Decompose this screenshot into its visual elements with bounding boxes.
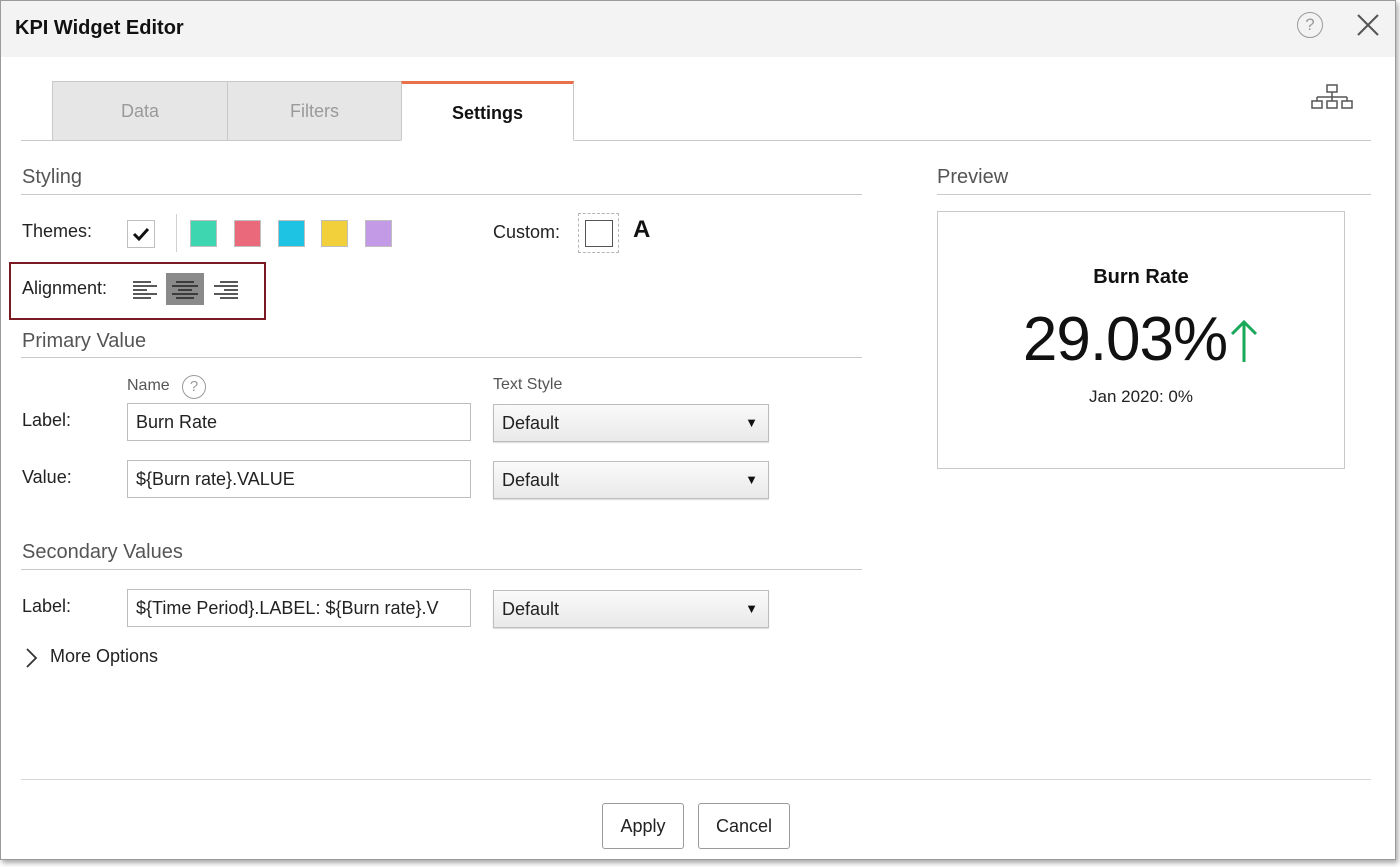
cancel-button[interactable]: Cancel: [698, 803, 790, 849]
primary-value-style-select[interactable]: Default ▼: [493, 461, 769, 499]
theme-swatch-cyan[interactable]: [278, 220, 305, 247]
primary-label-row-label: Label:: [22, 410, 72, 430]
name-column-header: Name: [127, 377, 170, 394]
kpi-preview-subtitle: Jan 2020: 0%: [1089, 387, 1193, 406]
tab-settings[interactable]: Settings: [401, 81, 574, 141]
dialog-title: KPI Widget Editor: [15, 17, 184, 39]
name-help-icon[interactable]: ?: [182, 375, 206, 399]
text-style-column-header: Text Style: [493, 376, 563, 393]
secondary-label-style-value: Default: [502, 599, 560, 619]
kpi-preview-value: 29.03%: [1022, 305, 1228, 374]
dropdown-arrow-icon: ▼: [745, 472, 758, 487]
more-options-label: More Options: [50, 646, 159, 666]
secondary-label-style-select[interactable]: Default ▼: [493, 590, 769, 628]
theme-swatch-purple[interactable]: [365, 220, 392, 247]
custom-color-swatch: [585, 220, 613, 247]
align-right-button[interactable]: [206, 273, 244, 305]
themes-label: Themes:: [22, 221, 93, 241]
primary-value-row-label: Value:: [22, 467, 72, 487]
align-right-icon: [214, 281, 238, 299]
secondary-label-row-label: Label:: [22, 596, 72, 616]
secondary-values-rule: [21, 569, 862, 570]
kpi-preview-card: Burn Rate 29.03% Jan 2020: 0%: [937, 211, 1345, 469]
theme-swatch-red[interactable]: [234, 220, 261, 247]
secondary-values-section-title: Secondary Values: [22, 541, 183, 563]
kpi-preview-value-row: 29.03%: [938, 304, 1344, 375]
trend-up-arrow-icon: [1231, 319, 1258, 362]
dropdown-arrow-icon: ▼: [745, 415, 758, 430]
primary-label-style-value: Default: [502, 413, 560, 433]
align-center-button[interactable]: [166, 273, 204, 305]
kpi-preview-title: Burn Rate: [1093, 266, 1189, 288]
secondary-label-input[interactable]: ${Time Period}.LABEL: ${Burn rate}.V: [127, 589, 471, 627]
tab-filters[interactable]: Filters: [227, 81, 402, 141]
tab-data[interactable]: Data: [52, 81, 228, 141]
kpi-widget-editor-dialog: KPI Widget Editor ? Data Filters Setting…: [0, 0, 1396, 860]
styling-rule: [21, 194, 862, 195]
theme-swatch-yellow[interactable]: [321, 220, 348, 247]
align-left-button[interactable]: [127, 273, 165, 305]
preview-rule: [937, 194, 1371, 195]
title-bar: KPI Widget Editor ?: [1, 1, 1395, 57]
close-icon[interactable]: [1353, 10, 1383, 40]
primary-value-style-value: Default: [502, 470, 560, 490]
hierarchy-icon[interactable]: [1311, 84, 1353, 110]
theme-swatch-teal[interactable]: [190, 220, 217, 247]
theme-default-checkbox[interactable]: [127, 220, 155, 248]
footer-rule: [21, 779, 1371, 780]
primary-value-section-title: Primary Value: [22, 330, 147, 352]
check-icon: [132, 227, 150, 242]
primary-label-input[interactable]: Burn Rate: [127, 403, 471, 441]
primary-value-input[interactable]: ${Burn rate}.VALUE: [127, 460, 471, 498]
chevron-right-icon: [26, 648, 38, 668]
help-icon[interactable]: ?: [1297, 12, 1323, 38]
custom-color-picker[interactable]: [578, 213, 619, 253]
preview-section-title: Preview: [937, 166, 1009, 188]
align-center-icon: [172, 281, 198, 299]
themes-separator: [176, 214, 177, 252]
apply-button[interactable]: Apply: [602, 803, 684, 849]
primary-value-rule: [21, 357, 862, 358]
align-left-icon: [133, 281, 157, 299]
alignment-label: Alignment:: [22, 278, 108, 298]
styling-section-title: Styling: [22, 166, 83, 188]
dropdown-arrow-icon: ▼: [745, 601, 758, 616]
custom-font-color-button[interactable]: A: [633, 216, 650, 244]
custom-label: Custom:: [493, 222, 561, 242]
primary-label-style-select[interactable]: Default ▼: [493, 404, 769, 442]
